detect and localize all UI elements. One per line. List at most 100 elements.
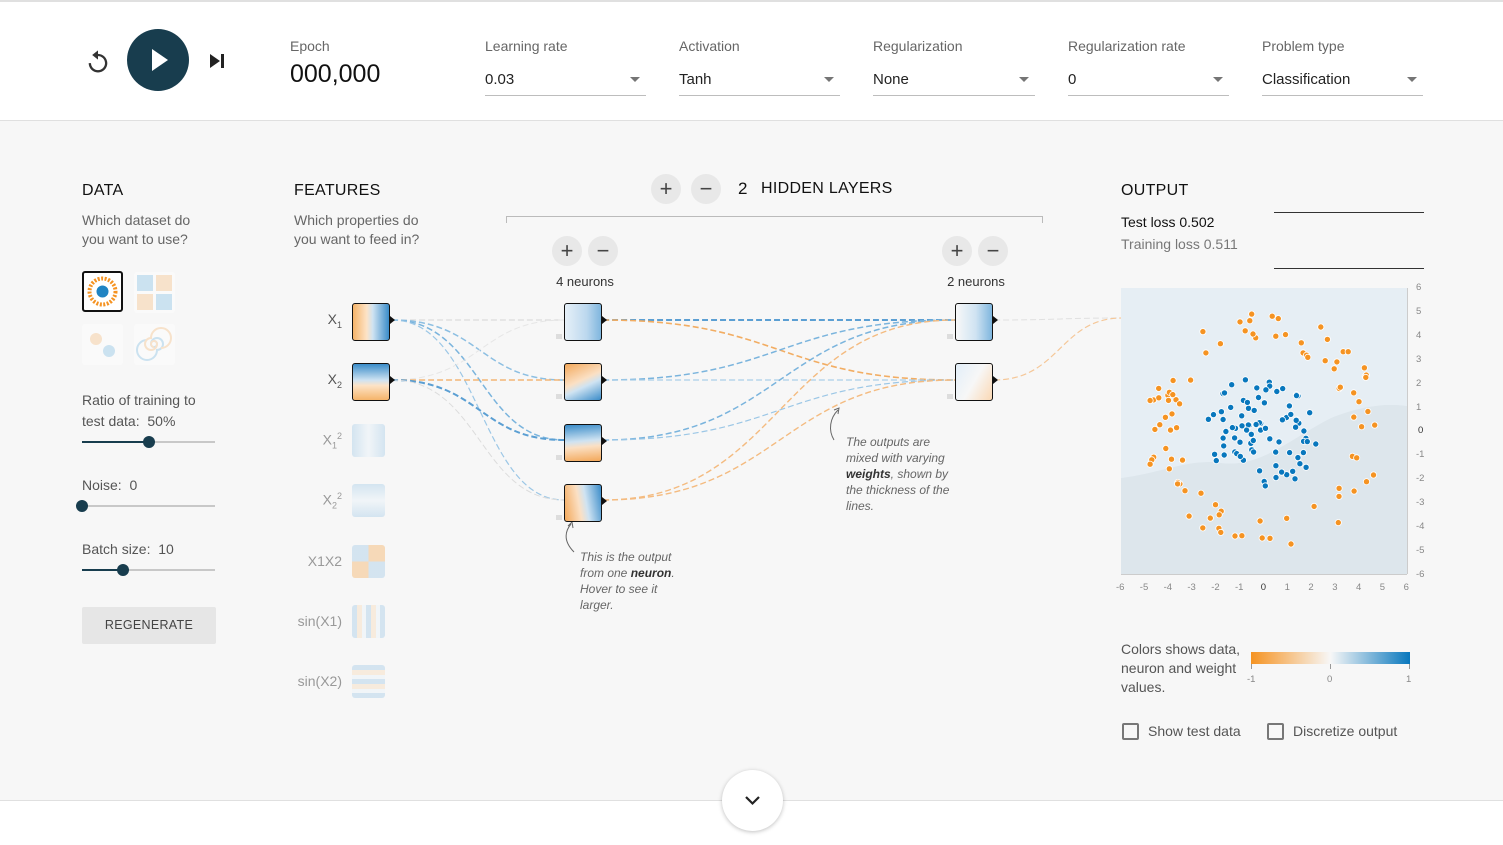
bias-marker[interactable] (947, 394, 953, 399)
input-node-sin-x1[interactable] (352, 605, 385, 638)
data-point (1248, 310, 1256, 318)
output-heatmap[interactable] (1121, 288, 1407, 574)
data-point (1220, 442, 1228, 450)
test-loss-value: 0.502 (1179, 214, 1215, 230)
x-tick-label: -4 (1163, 582, 1173, 593)
data-point (1289, 467, 1297, 475)
input-node-x1[interactable] (352, 303, 390, 341)
bias-marker[interactable] (556, 394, 562, 399)
data-point (1333, 358, 1341, 366)
data-point (1350, 487, 1358, 495)
data-point (1238, 532, 1246, 540)
data-point (1168, 455, 1176, 463)
bias-marker[interactable] (556, 515, 562, 520)
data-point (1151, 425, 1159, 433)
training-loss-value: 0.511 (1203, 236, 1238, 252)
hidden-node-2-1[interactable] (955, 303, 993, 341)
data-point (1165, 465, 1173, 473)
data-point (1256, 517, 1264, 525)
data-point (1258, 534, 1266, 542)
x-tick-label: 2 (1308, 582, 1314, 593)
hidden-node-1-2[interactable] (564, 363, 602, 401)
bias-marker[interactable] (947, 334, 953, 339)
data-point (1272, 448, 1280, 456)
input-node-sin-x2[interactable] (352, 665, 385, 698)
data-point (1260, 399, 1268, 407)
legend-tick-min: -1 (1247, 674, 1256, 685)
data-point (1321, 357, 1329, 365)
data-point (1162, 444, 1170, 452)
hidden-node-arrow-icon (602, 376, 607, 384)
data-point (1253, 384, 1261, 392)
data-point (1303, 438, 1311, 446)
scroll-down-button[interactable] (722, 770, 783, 831)
hidden-node-1-3[interactable] (564, 424, 602, 462)
data-point (1281, 331, 1289, 339)
data-point (1219, 434, 1227, 442)
input-node-x1-squared[interactable] (352, 424, 385, 457)
hidden-node-1-4[interactable] (564, 484, 602, 522)
input-node-x1x2[interactable] (352, 545, 385, 578)
data-point (1268, 312, 1276, 320)
test-loss: Test loss 0.502 (1121, 214, 1214, 230)
y-tick-label: -5 (1416, 544, 1425, 556)
data-point (1285, 402, 1293, 410)
data-point (1206, 514, 1214, 522)
hidden-node-2-2[interactable] (955, 363, 993, 401)
input-node-x2-squared[interactable] (352, 484, 385, 517)
bias-marker[interactable] (556, 334, 562, 339)
data-point (1187, 376, 1195, 384)
data-point (1212, 501, 1220, 509)
data-point (1335, 484, 1343, 492)
data-point (1292, 423, 1300, 431)
data-point (1291, 475, 1299, 483)
data-point (1261, 424, 1269, 432)
data-point (1228, 424, 1236, 432)
x-axis-line (1121, 574, 1407, 575)
legend-tick-mark-mid (1330, 664, 1331, 669)
x-tick-label: -3 (1187, 582, 1196, 593)
hidden-node-1-1[interactable] (564, 303, 602, 341)
x-tick-label: -2 (1211, 582, 1220, 593)
discretize-toggle[interactable]: Discretize output (1266, 722, 1406, 742)
data-point (1283, 514, 1291, 522)
data-point (1217, 408, 1225, 416)
data-point (1278, 416, 1286, 424)
discretize-checkbox[interactable] (1267, 723, 1284, 740)
y-tick-label: 1 (1416, 401, 1422, 413)
data-point (1362, 373, 1370, 381)
data-point (1210, 411, 1218, 419)
data-point (1304, 353, 1312, 361)
data-point (1262, 386, 1270, 394)
color-legend-text: Colors shows data, neuron and weight val… (1121, 641, 1241, 695)
input-node-x2-arrow-icon (390, 376, 395, 384)
data-point (1250, 448, 1258, 456)
x-tick-label: -1 (1235, 582, 1244, 593)
data-point (1220, 451, 1228, 459)
input-node-x2[interactable] (352, 363, 390, 401)
data-point (1146, 397, 1154, 405)
data-point (1219, 415, 1227, 423)
data-point (1252, 420, 1260, 428)
hidden-node-arrow-icon (993, 376, 998, 384)
y-tick-label: 6 (1416, 282, 1422, 293)
y-tick-label: -4 (1416, 521, 1425, 532)
data-point (1275, 438, 1283, 446)
show-test-data-checkbox[interactable] (1122, 723, 1139, 740)
data-point (1245, 404, 1253, 412)
data-point (1299, 449, 1307, 457)
data-point (1371, 421, 1379, 429)
data-point (1249, 330, 1257, 338)
show-test-data-toggle[interactable]: Show test data (1121, 722, 1251, 742)
data-point (1335, 492, 1343, 500)
data-point (1202, 349, 1210, 357)
data-point (1286, 449, 1294, 457)
data-point (1272, 332, 1280, 340)
data-point (1287, 410, 1295, 418)
data-point (1169, 377, 1177, 385)
data-point (1292, 392, 1300, 400)
data-point (1197, 489, 1205, 497)
data-point (1312, 440, 1320, 448)
bias-marker[interactable] (556, 455, 562, 460)
data-point (1155, 394, 1163, 402)
